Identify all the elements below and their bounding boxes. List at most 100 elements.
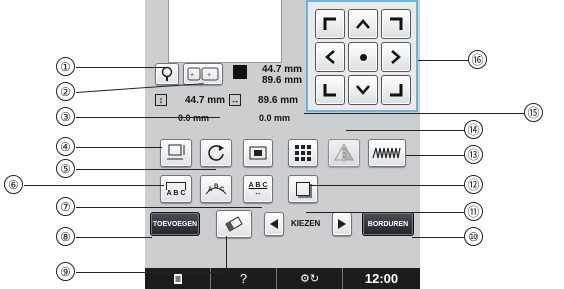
callout-14: ⑭	[464, 120, 483, 139]
character-spacing-button[interactable]: A B C	[160, 175, 192, 203]
height-readout: 44.7 mm	[262, 64, 303, 75]
select-right-button[interactable]	[332, 212, 352, 236]
move-up-right-button[interactable]	[381, 9, 411, 39]
callout-line-4	[76, 147, 162, 149]
add-button[interactable]: TOEVOEGEN	[150, 212, 200, 236]
callout-5: ⑤	[56, 159, 75, 178]
size-button[interactable]	[160, 139, 192, 167]
hoop-icon: + +	[187, 67, 219, 81]
callout-1: ①	[56, 57, 75, 76]
callout-16: ⑯	[468, 50, 487, 69]
callout-line-16	[418, 60, 468, 62]
select-left-button[interactable]	[264, 212, 284, 236]
center-dot-icon	[359, 53, 367, 61]
corner-down-right-icon	[390, 84, 403, 97]
move-up-button[interactable]	[348, 9, 378, 39]
magnifier-icon	[161, 66, 173, 81]
spacing-bars-icon	[166, 181, 186, 190]
array-button[interactable]	[288, 139, 318, 167]
chevron-left-icon	[325, 50, 335, 64]
right-triangle-icon	[338, 219, 346, 229]
move-down-right-button[interactable]	[381, 75, 411, 105]
border-button[interactable]	[368, 139, 406, 167]
callout-15: ⑮	[524, 103, 543, 122]
height-size-icon: ↕	[155, 94, 167, 106]
size-height-value: 44.7 mm	[185, 95, 226, 106]
callout-4: ④	[56, 137, 75, 156]
mirror-button[interactable]	[328, 139, 360, 167]
callout-9: ⑨	[56, 262, 75, 281]
callout-8: ⑧	[56, 227, 75, 246]
callout-line-9	[76, 272, 226, 274]
embroider-label: BORDUREN	[367, 220, 409, 228]
eraser-icon	[225, 216, 243, 232]
corner-up-left-icon	[323, 17, 336, 30]
density-button[interactable]	[243, 139, 273, 167]
grid-array-icon	[295, 145, 311, 161]
frame-square-icon	[296, 182, 310, 196]
svg-text:A: A	[208, 187, 213, 193]
pattern-size-icon	[233, 65, 247, 79]
frame-shape-button[interactable]	[288, 175, 318, 203]
document-icon	[173, 273, 182, 284]
svg-text:+: +	[207, 72, 211, 79]
hoop-frame-button[interactable]: + +	[183, 63, 223, 85]
thread-settings-button[interactable]: ⚙↻	[277, 268, 343, 289]
callout-2: ②	[56, 82, 75, 101]
callout-line-1	[76, 67, 166, 69]
move-down-button[interactable]	[348, 75, 378, 105]
clock-display: 12:00	[343, 268, 420, 289]
border-zigzag-icon	[372, 147, 401, 159]
embroider-button[interactable]: BORDUREN	[362, 212, 414, 236]
move-left-button[interactable]	[315, 42, 345, 72]
svg-text:C: C	[220, 187, 225, 193]
callout-line-10	[412, 237, 464, 239]
chevron-right-icon	[391, 50, 401, 64]
callout-vline-9	[226, 236, 228, 272]
resize-icon	[167, 144, 185, 160]
callout-line-13	[406, 155, 464, 157]
callout-line-11	[306, 212, 464, 214]
svg-text:B: B	[214, 184, 219, 190]
callout-line-8	[76, 237, 152, 239]
width-size-icon: ↔	[229, 94, 241, 106]
move-down-left-button[interactable]	[315, 75, 345, 105]
width-arrow-icon: ↔	[253, 187, 262, 197]
move-up-left-button[interactable]	[315, 9, 345, 39]
svg-text:+: +	[190, 72, 194, 79]
callout-line-3	[76, 117, 220, 119]
arc-text-icon: ABC	[205, 184, 227, 195]
move-right-button[interactable]	[381, 42, 411, 72]
curve-button[interactable]: ABC	[200, 175, 232, 203]
abc-label-1: A B C	[166, 189, 186, 197]
callout-line-12	[310, 185, 464, 187]
callout-10: ⑩	[464, 227, 483, 246]
select-label: KIEZEN	[291, 219, 321, 228]
eraser-button[interactable]	[216, 210, 252, 238]
callout-line-6	[24, 185, 164, 187]
move-arrow-pad	[306, 0, 418, 112]
callout-12: ⑫	[464, 175, 483, 194]
callout-line-14	[346, 130, 464, 132]
help-label: ?	[239, 271, 248, 286]
callout-11: ⑪	[464, 202, 483, 221]
center-button[interactable]	[348, 42, 378, 72]
callout-3: ③	[56, 107, 75, 126]
callout-13: ⑬	[464, 145, 483, 164]
rotate-button[interactable]	[200, 139, 232, 167]
offset-horizontal-value: 0.0 mm	[259, 113, 291, 123]
chevron-down-icon	[356, 85, 370, 95]
chevron-up-icon	[356, 19, 370, 29]
time-label: 12:00	[364, 271, 399, 286]
thread-icon: ⚙↻	[299, 273, 320, 285]
callout-line-15	[304, 113, 524, 115]
pattern-preview-area	[168, 0, 282, 63]
corner-up-right-icon	[390, 17, 403, 30]
size-width-value: 89.6 mm	[258, 95, 299, 106]
corner-down-left-icon	[323, 84, 336, 97]
character-width-button[interactable]: A B C ↔	[243, 175, 273, 203]
callout-6: ⑥	[4, 175, 23, 194]
callout-line-7	[76, 207, 262, 209]
stitch-density-icon	[249, 146, 267, 160]
callout-line-5	[76, 169, 216, 171]
